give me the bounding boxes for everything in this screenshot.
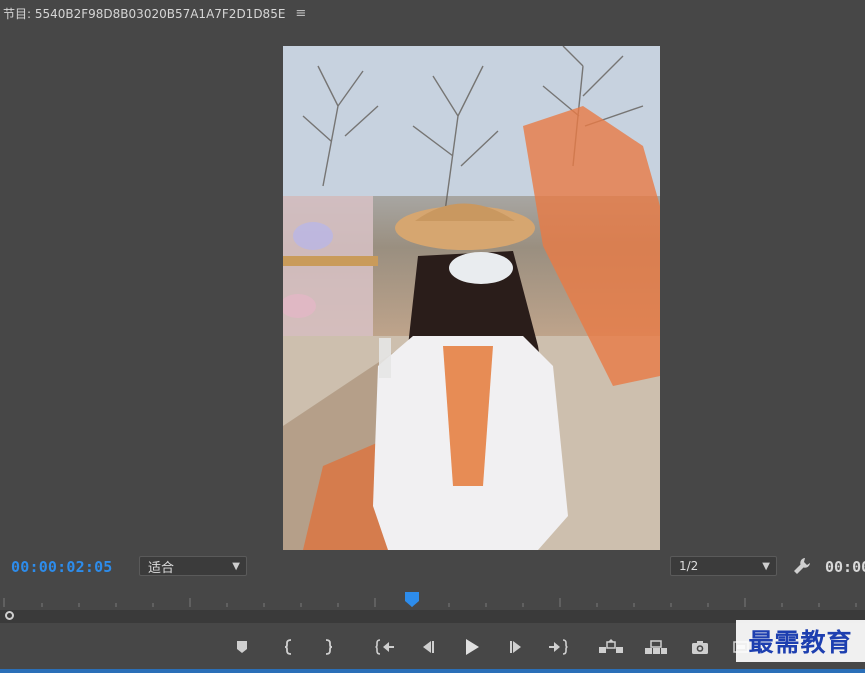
chevron-down-icon: ▼ xyxy=(232,560,240,572)
panel-menu-icon[interactable]: ≡ xyxy=(295,6,306,21)
play-button[interactable] xyxy=(458,636,486,658)
panel-focus-indicator xyxy=(0,669,865,673)
go-to-out-icon xyxy=(549,639,568,655)
lift-icon xyxy=(599,639,623,653)
panel-title[interactable]: 节目: 5540B2F98D8B03020B57A1A7F2D1D85E xyxy=(3,5,285,22)
add-marker-icon xyxy=(237,641,247,653)
step-forward-button[interactable] xyxy=(502,636,530,658)
watermark-logo: 最需教育 xyxy=(736,620,865,662)
program-monitor: 节目: 5540B2F98D8B03020B57A1A7F2D1D85E ≡ 0… xyxy=(0,0,865,673)
step-forward-icon xyxy=(510,641,521,653)
mark-out-icon xyxy=(325,639,333,655)
extract-button[interactable] xyxy=(642,636,670,658)
go-to-in-icon xyxy=(375,639,394,655)
scrollbar-handle[interactable] xyxy=(5,611,14,620)
mark-out-button[interactable] xyxy=(314,636,342,658)
export-frame-button[interactable] xyxy=(686,636,714,658)
step-back-icon xyxy=(423,641,434,653)
video-frame-image xyxy=(283,46,660,550)
lift-button[interactable] xyxy=(597,636,625,658)
time-ruler[interactable] xyxy=(0,590,865,610)
chevron-down-icon: ▼ xyxy=(762,560,770,572)
settings-wrench-icon[interactable] xyxy=(792,556,812,576)
playhead-icon xyxy=(405,592,419,607)
mark-in-button[interactable] xyxy=(275,636,303,658)
add-marker-button[interactable] xyxy=(228,636,256,658)
video-frame[interactable] xyxy=(283,46,660,550)
playback-resolution-value: 1/2 xyxy=(679,559,699,573)
fit-zoom-select[interactable]: 适合 ▼ xyxy=(139,556,247,576)
export-frame-icon xyxy=(692,641,708,654)
step-back-button[interactable] xyxy=(414,636,442,658)
go-to-out-button[interactable] xyxy=(544,636,572,658)
current-timecode[interactable]: 00:00:02:05 xyxy=(11,558,113,576)
playback-resolution-select[interactable]: 1/2 ▼ xyxy=(670,556,777,576)
duration-timecode[interactable]: 00:00 xyxy=(825,558,865,576)
fit-zoom-value: 适合 xyxy=(148,560,175,576)
panel-titlebar: 节目: 5540B2F98D8B03020B57A1A7F2D1D85E ≡ xyxy=(0,0,865,26)
extract-icon xyxy=(645,640,667,654)
go-to-in-button[interactable] xyxy=(371,636,399,658)
mark-in-icon xyxy=(284,639,292,655)
play-icon xyxy=(466,639,479,655)
